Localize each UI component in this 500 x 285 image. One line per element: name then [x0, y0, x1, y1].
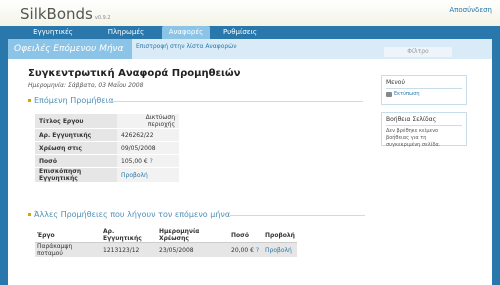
help-title: Βοήθεια Σελίδας: [386, 116, 437, 123]
main-nav: Εγγυητικές επιστολές Πληρωμές Αναφορές Ρ…: [0, 26, 500, 49]
print-link[interactable]: Εκτύπωση: [382, 89, 466, 99]
amount-value: 20,00 €: [231, 246, 254, 254]
back-to-reports-link[interactable]: Επιστροφή στην λίστα Αναφορών: [136, 43, 237, 50]
field-value: Προβολή: [117, 167, 179, 183]
section-title: Οφειλές Επόμενου Μήνα: [8, 39, 132, 59]
field-label: Ποσό: [35, 154, 117, 168]
help-link[interactable]: ?: [256, 247, 259, 254]
next-commission-header: Επόμενη Προμήθεια: [34, 96, 114, 105]
column-header: Ποσό: [229, 228, 263, 243]
column-header: Προβολή: [263, 228, 297, 243]
commission-details-table: Τίτλος Εργου Δικτύωση περιοχής Αρ. Εγγυη…: [35, 114, 179, 183]
table-row: Επισκόπηση Εγγυητικής Προβολή: [35, 167, 179, 183]
sidebar-help-box: Βοήθεια Σελίδας Δεν βρέθηκε κείμενο βοήθ…: [381, 112, 467, 148]
view-guarantee-link[interactable]: Προβολή: [121, 172, 148, 179]
app-header: SilkBonds v0.9.2 Αποσύνδεση: [0, 0, 500, 26]
report-title: Συγκεντρωτική Αναφορά Προμηθειών: [28, 68, 241, 79]
section-divider: [230, 215, 365, 216]
nav-reports[interactable]: Αναφορές: [162, 26, 210, 39]
view-cell: Προβολή: [263, 242, 297, 257]
sidebar-menu-box: Μενού Εκτύπωση: [381, 75, 467, 105]
nav-guarantees[interactable]: Εγγυητικές επιστολές: [18, 26, 88, 49]
field-value: 426262/22: [117, 128, 179, 142]
column-header: Αρ. Εγγυητικής: [101, 228, 157, 243]
menu-title: Μενού: [386, 79, 405, 86]
other-commissions-header: Άλλες Προμήθειες που λήγουν τον επόμενο …: [34, 210, 231, 219]
app-logo[interactable]: SilkBonds v0.9.2: [20, 5, 111, 23]
table-header-row: Έργο Αρ. Εγγυητικής Ημερομηνία Χρέωσης Π…: [35, 228, 297, 243]
logout-link[interactable]: Αποσύνδεση: [449, 6, 492, 14]
guarantee-cell: 1213123/12: [101, 242, 157, 257]
column-header: Έργο: [35, 228, 101, 243]
amount-cell: 20,00 € ?: [229, 242, 263, 257]
other-commissions-table: Έργο Αρ. Εγγυητικής Ημερομηνία Χρέωσης Π…: [35, 228, 297, 257]
field-label: Επισκόπηση Εγγυητικής: [35, 167, 117, 183]
report-date: Ημερομηνία: Σάββατο, 03 Μαΐου 2008: [28, 82, 144, 89]
help-link[interactable]: ?: [150, 158, 153, 165]
field-label: Αρ. Εγγυητικής: [35, 128, 117, 142]
date-cell: 23/05/2008: [157, 242, 229, 257]
filter-button[interactable]: Φίλτρο: [384, 47, 452, 57]
print-label: Εκτύπωση: [394, 91, 420, 97]
section-divider: [108, 101, 363, 102]
table-row: Παράκαμψη ποταμού 1213123/12 23/05/2008 …: [35, 242, 297, 257]
field-value: 105,00 € ?: [117, 154, 179, 168]
amount-value: 105,00 €: [121, 157, 148, 165]
nav-payments[interactable]: Πληρωμές: [96, 26, 156, 39]
project-cell: Παράκαμψη ποταμού: [35, 242, 101, 257]
help-text: Δεν βρέθηκε κείμενο βοήθειας για τη συγκ…: [386, 128, 441, 148]
version-label: v0.9.2: [94, 15, 111, 21]
section-bullet: [28, 213, 31, 216]
printer-icon: [386, 91, 392, 97]
field-label: Τίτλος Εργου: [35, 114, 117, 129]
table-row: Αρ. Εγγυητικής 426262/22: [35, 128, 179, 142]
column-header: Ημερομηνία Χρέωσης: [157, 228, 229, 243]
logo-text: SilkBonds: [20, 5, 93, 23]
table-row: Χρέωση στις 09/05/2008: [35, 141, 179, 155]
field-label: Χρέωση στις: [35, 141, 117, 155]
field-value: Δικτύωση περιοχής: [117, 114, 179, 129]
nav-settings[interactable]: Ρυθμίσεις: [216, 26, 264, 39]
view-link[interactable]: Προβολή: [265, 247, 292, 254]
table-row: Ποσό 105,00 € ?: [35, 154, 179, 168]
section-bullet: [28, 99, 31, 102]
field-value: 09/05/2008: [117, 141, 179, 155]
table-row: Τίτλος Εργου Δικτύωση περιοχής: [35, 114, 179, 129]
